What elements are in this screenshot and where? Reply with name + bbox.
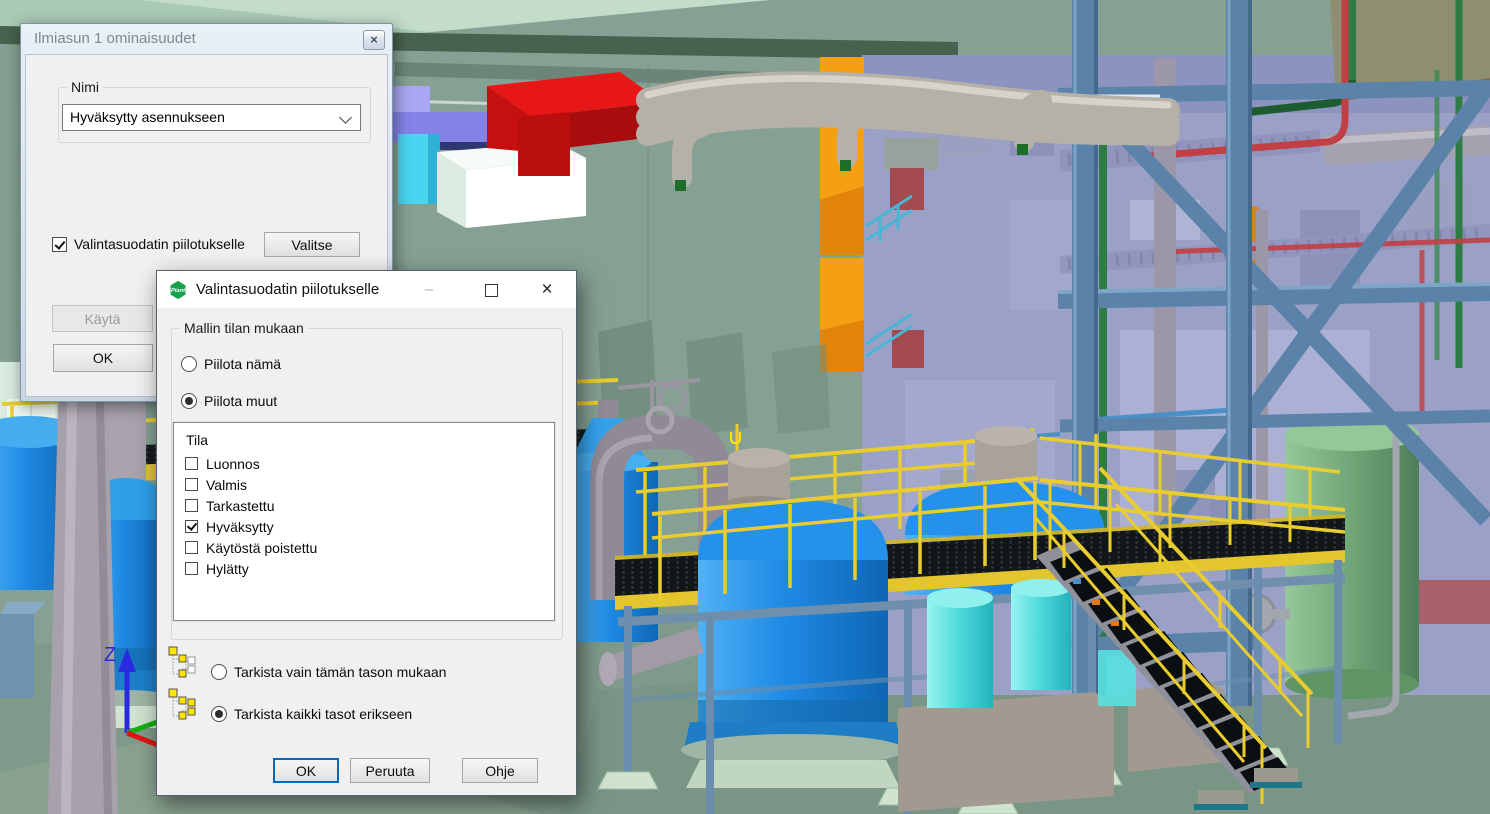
item-label: Hylätty — [206, 561, 249, 577]
ok-button[interactable]: OK — [273, 758, 339, 783]
hide-others-radio-label: Piilota muut — [204, 393, 277, 409]
ok-button-dialog1[interactable]: OK — [53, 344, 153, 372]
axis-z-label: Z — [104, 644, 116, 666]
minimize-icon[interactable]: – — [412, 271, 446, 308]
name-combobox[interactable]: Hyväksytty asennukseen — [62, 104, 361, 131]
hide-these-radio-label: Piilota nämä — [204, 356, 281, 372]
item-checkbox[interactable] — [185, 499, 198, 512]
tree-all-levels-icon — [167, 687, 197, 721]
check-all-levels-radio[interactable] — [211, 706, 227, 722]
help-button[interactable]: Ohje — [462, 758, 538, 783]
check-this-level-radio[interactable] — [211, 664, 227, 680]
list-item[interactable]: Käytöstä poistettu — [174, 537, 554, 558]
list-item[interactable]: Hylätty — [174, 558, 554, 579]
close-icon[interactable]: × — [363, 30, 385, 50]
name-combobox-value: Hyväksytty asennukseen — [70, 109, 225, 125]
selection-filter-checkbox-label: Valintasuodatin piilotukselle — [74, 236, 245, 252]
select-button[interactable]: Valitse — [264, 232, 360, 257]
dialog2-titlebar[interactable]: Plant Valintasuodatin piilotukselle – × — [157, 271, 576, 308]
item-checkbox[interactable] — [185, 520, 198, 533]
list-item[interactable]: Tarkastettu — [174, 495, 554, 516]
check-all-levels-radio-label: Tarkista kaikki tasot erikseen — [234, 706, 412, 722]
check-this-level-radio-label: Tarkista vain tämän tason mukaan — [234, 664, 446, 680]
item-label: Hyväksytty — [206, 519, 274, 535]
item-checkbox[interactable] — [185, 541, 198, 554]
dialog2-title: Valintasuodatin piilotukselle — [196, 281, 379, 298]
item-label: Valmis — [206, 477, 247, 493]
list-item[interactable]: Luonnos — [174, 453, 554, 474]
state-list-items: Luonnos Valmis Tarkastettu Hyväksytty Käytös… — [174, 453, 554, 579]
svg-text:Plant: Plant — [171, 288, 186, 294]
state-list-header: Tila — [174, 423, 554, 453]
item-label: Luonnos — [206, 456, 260, 472]
item-checkbox[interactable] — [185, 478, 198, 491]
hide-others-radio[interactable] — [181, 393, 197, 409]
item-checkbox[interactable] — [185, 457, 198, 470]
name-group-label: Nimi — [67, 79, 103, 95]
state-listbox[interactable]: Tila Luonnos Valmis Tarkastettu Hyväksytty K… — [173, 422, 555, 621]
tree-single-level-icon — [167, 645, 197, 679]
item-label: Tarkastettu — [206, 498, 274, 514]
hide-these-radio[interactable] — [181, 356, 197, 372]
selection-filter-dialog: Plant Valintasuodatin piilotukselle – × … — [156, 270, 577, 796]
chevron-down-icon[interactable] — [339, 111, 352, 124]
list-item[interactable]: Hyväksytty — [174, 516, 554, 537]
dialog1-title: Ilmiasun 1 ominaisuudet — [34, 30, 196, 47]
plant-app-icon: Plant — [168, 280, 188, 300]
maximize-icon[interactable] — [474, 271, 508, 308]
application-window: Z X Ilmiasun 1 ominaisuudet × Nimi Hyväk… — [0, 0, 1490, 814]
close-icon[interactable]: × — [530, 271, 564, 308]
model-state-group-label: Mallin tilan mukaan — [180, 320, 308, 336]
selection-filter-checkbox[interactable] — [52, 237, 67, 252]
dialog1-titlebar[interactable]: Ilmiasun 1 ominaisuudet — [21, 24, 392, 53]
item-label: Käytöstä poistettu — [206, 540, 317, 556]
list-item[interactable]: Valmis — [174, 474, 554, 495]
item-checkbox[interactable] — [185, 562, 198, 575]
cancel-button[interactable]: Peruuta — [350, 758, 430, 783]
apply-button[interactable]: Käytä — [52, 305, 153, 332]
